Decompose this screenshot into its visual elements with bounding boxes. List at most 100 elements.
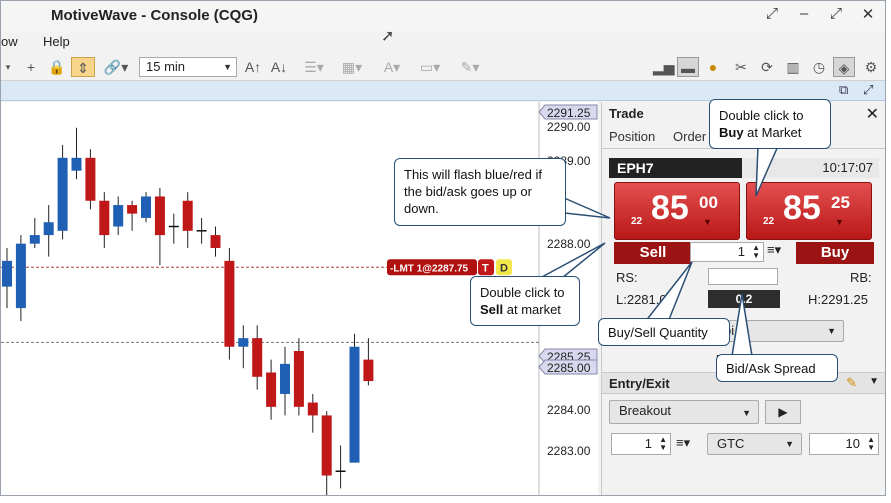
candle-body xyxy=(127,205,138,214)
ask-price-minor: 25 xyxy=(831,193,850,212)
chevron-down-icon: ▼ xyxy=(785,439,794,449)
entry-quantity-stepper[interactable]: 1 ▲ ▼ xyxy=(611,433,671,455)
tag-icon[interactable]: ◈ xyxy=(833,57,855,77)
flash-callout-text: This will flash blue/red if the bid/ask … xyxy=(404,167,542,216)
price-axis-label: 2288.00 xyxy=(547,237,591,251)
clock-icon[interactable]: ◷ xyxy=(809,57,829,77)
order-tag-label: -LMT 1@2287.75 xyxy=(390,263,469,274)
bar-chart-icon[interactable]: ▂▅ xyxy=(653,57,675,77)
strategy-value: Breakout xyxy=(619,403,672,418)
chevron-down-icon: ▼ xyxy=(827,326,836,336)
panel-header-bar: ⧉ ⤢ xyxy=(1,81,885,101)
candle-body xyxy=(210,235,221,248)
fullscreen-icon[interactable]: ⤢ xyxy=(863,82,873,98)
ask-price-major: 85 xyxy=(783,189,821,227)
candle-body xyxy=(238,338,249,347)
sell-button[interactable]: Sell xyxy=(614,242,692,264)
quantity-callout-text: Buy/Sell Quantity xyxy=(608,325,708,340)
tools-icon[interactable]: ✂ xyxy=(731,57,751,77)
refresh-icon[interactable]: ⟳ xyxy=(757,57,777,77)
minimize-icon[interactable]: – xyxy=(795,5,813,23)
bid-price-button[interactable]: 22 85 00 ▼ xyxy=(614,182,740,240)
spread-callout: Bid/Ask Spread xyxy=(716,354,838,382)
pen-icon[interactable]: ✎▾ xyxy=(455,57,485,77)
link-icon[interactable]: 🔗▾ xyxy=(101,57,131,77)
spinner-icon[interactable]: ▲ ▼ xyxy=(867,436,875,452)
font-increase-icon[interactable]: A↑ xyxy=(243,57,263,77)
trade-panel-title: Trade xyxy=(609,106,644,121)
strategy-select[interactable]: Breakout ▼ xyxy=(609,400,759,424)
candle-body xyxy=(113,205,124,227)
spread-callout-text: Bid/Ask Spread xyxy=(726,361,816,376)
font-decrease-icon[interactable]: A↓ xyxy=(269,57,289,77)
quantity-stepper[interactable]: 1 ▲ ▼ xyxy=(690,242,764,262)
buy-callout-bold: Buy xyxy=(719,125,744,140)
bid-ask-spread: 0.2 xyxy=(708,290,780,308)
quantity-value: 1 xyxy=(737,244,745,259)
tab-position[interactable]: Position xyxy=(609,129,655,144)
route-select[interactable]: pi ▼ xyxy=(714,320,844,342)
quote-time: 10:17:07 xyxy=(742,158,879,178)
time-in-force-select[interactable]: GTC ▼ xyxy=(707,433,802,455)
buy-callout-text-end: at Market xyxy=(743,125,802,140)
chevron-down-icon[interactable]: ▾ xyxy=(3,57,13,77)
price-axis-label: 2283.00 xyxy=(547,444,591,458)
price-axis-label: 2285.00 xyxy=(547,361,591,375)
candle-body xyxy=(43,222,54,236)
bid-price-major: 85 xyxy=(651,189,689,227)
candle-body xyxy=(99,200,110,236)
buy-callout-text: Double click to xyxy=(719,108,804,123)
spinner-icon[interactable]: ▲ ▼ xyxy=(752,244,760,260)
price-axis-label: 2290.00 xyxy=(547,120,591,134)
candle-body xyxy=(266,372,277,407)
buy-button[interactable]: Buy xyxy=(796,242,874,264)
ticks-value: 10 xyxy=(845,436,860,451)
popout-icon[interactable]: ⧉ xyxy=(839,82,848,98)
grid-style-icon[interactable]: ▦▾ xyxy=(337,57,367,77)
order-delete-badge: D xyxy=(500,262,508,274)
order-transmit-badge: T xyxy=(482,262,489,274)
entry-quantity-menu-icon[interactable]: ≡▾ xyxy=(676,435,690,451)
expand-icon[interactable]: ⤢ xyxy=(763,5,781,23)
columns-icon[interactable]: ▥ xyxy=(783,57,803,77)
fill-color-icon[interactable]: ▭▾ xyxy=(415,57,445,77)
maximize-icon[interactable]: ⤢ xyxy=(827,5,845,23)
menu-window[interactable]: ow xyxy=(1,34,18,49)
price-axis-label: 2284.00 xyxy=(547,403,591,417)
menu-bar: ow Help xyxy=(1,31,885,53)
candle-body xyxy=(154,196,165,236)
title-bar: MotiveWave - Console (CQG) ⤢ – ⤢ ✕ xyxy=(1,1,885,31)
text-color-icon[interactable]: A▾ xyxy=(377,57,407,77)
tab-order[interactable]: Order xyxy=(673,129,706,144)
interval-select[interactable]: 15 min ▼ xyxy=(139,57,237,77)
close-icon[interactable]: ✕ xyxy=(866,104,879,124)
collapse-icon[interactable]: ▼ xyxy=(869,376,879,387)
coins-icon[interactable]: ● xyxy=(703,57,723,77)
menu-help[interactable]: Help xyxy=(43,34,70,49)
cursor-mode-icon[interactable]: ⇕ xyxy=(71,57,95,77)
pencil-icon[interactable]: ✎ xyxy=(846,375,857,391)
sell-callout-bold: Sell xyxy=(480,302,504,317)
candle-body xyxy=(182,200,193,231)
close-icon[interactable]: ✕ xyxy=(859,5,877,23)
trade-panel: Trade ✕ Position Order EPH7 10:17:07 22 … xyxy=(601,102,885,495)
candle-body xyxy=(224,260,235,347)
candle-body xyxy=(321,415,332,476)
candle-body xyxy=(280,363,290,394)
gear-icon[interactable]: ⚙ xyxy=(861,57,881,77)
lock-icon[interactable]: 🔒 xyxy=(47,57,67,77)
play-button[interactable]: ▶ xyxy=(765,400,801,424)
candle-body xyxy=(85,157,96,201)
plus-icon[interactable]: + xyxy=(23,57,39,77)
ask-size: 22 xyxy=(763,216,775,227)
spinner-icon[interactable]: ▲ ▼ xyxy=(659,436,667,452)
candle-body xyxy=(57,157,68,231)
bid-price-minor: 00 xyxy=(699,193,718,212)
ask-price-button[interactable]: 22 85 25 ▼ xyxy=(746,182,872,240)
monitor-icon[interactable]: ▬ xyxy=(677,57,699,77)
price-axis-label: 2291.25 xyxy=(547,106,591,120)
line-style-icon[interactable]: ☰▾ xyxy=(299,57,329,77)
ticks-stepper[interactable]: 10 ▲ ▼ xyxy=(809,433,879,455)
quantity-menu-icon[interactable]: ≡▾ xyxy=(767,242,781,258)
symbol-label: EPH7 xyxy=(609,158,742,178)
